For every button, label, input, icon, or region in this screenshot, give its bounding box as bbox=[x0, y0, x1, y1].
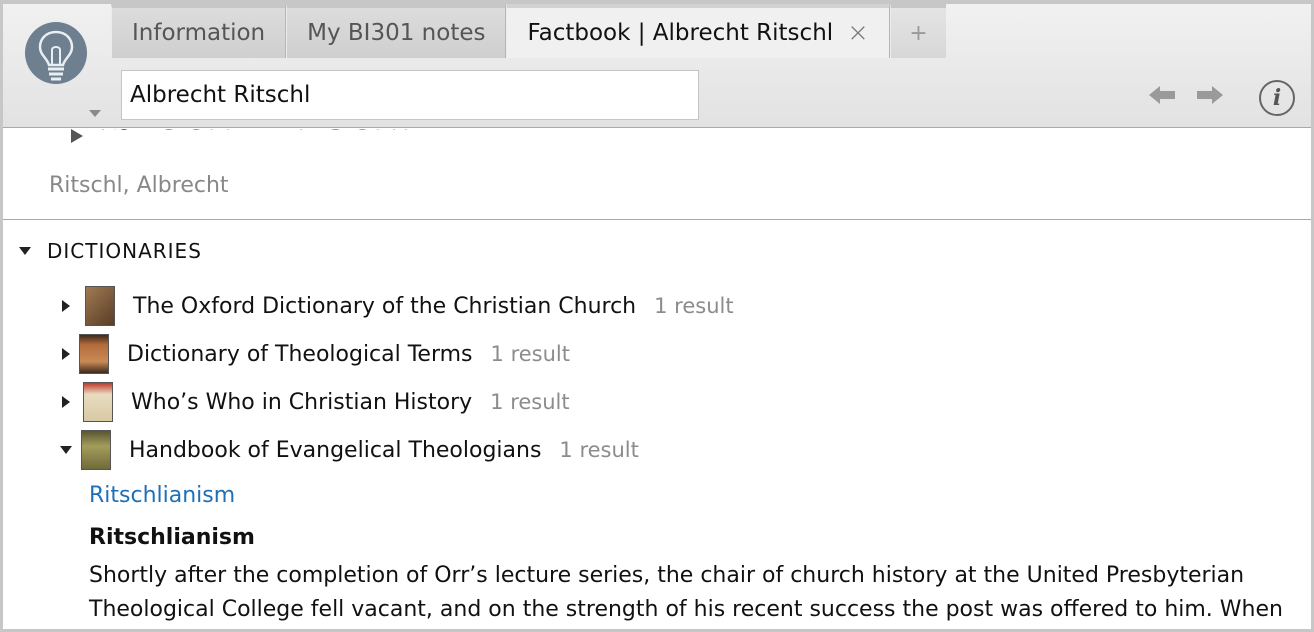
book-cover-icon bbox=[79, 334, 109, 374]
list-item[interactable]: Dictionary of Theological Terms 1 result bbox=[59, 333, 570, 375]
arrow-left-icon bbox=[1149, 86, 1175, 104]
section-header-label: DICTIONARIES bbox=[47, 239, 202, 263]
tab-notes[interactable]: My BI301 notes bbox=[286, 4, 507, 58]
back-button[interactable] bbox=[1147, 84, 1177, 106]
search-input[interactable] bbox=[121, 70, 699, 120]
collapse-triangle-icon[interactable] bbox=[60, 446, 72, 454]
resource-title[interactable]: Who’s Who in Christian History bbox=[131, 390, 472, 415]
result-count: 1 result bbox=[654, 294, 734, 318]
collapse-triangle-icon bbox=[19, 247, 31, 255]
expand-triangle-icon[interactable] bbox=[62, 300, 70, 312]
resource-title[interactable]: The Oxford Dictionary of the Christian C… bbox=[133, 294, 636, 319]
factbook-content: Albrecht Ritschl Ritschl, Albrecht DICTI… bbox=[3, 129, 1311, 629]
plus-icon: + bbox=[909, 20, 928, 46]
expand-triangle-icon[interactable] bbox=[62, 348, 70, 360]
lightbulb-icon bbox=[25, 22, 87, 84]
result-count: 1 result bbox=[559, 438, 639, 462]
tab-bar: Information My BI301 notes Factbook | Al… bbox=[111, 4, 946, 58]
info-button[interactable]: i bbox=[1259, 80, 1295, 116]
tab-label: Factbook | Albrecht Ritschl bbox=[527, 20, 834, 46]
tab-factbook[interactable]: Factbook | Albrecht Ritschl × bbox=[506, 4, 890, 58]
close-icon[interactable]: × bbox=[847, 18, 869, 48]
tab-information[interactable]: Information bbox=[111, 4, 287, 58]
book-cover-icon bbox=[81, 430, 111, 470]
page-title: Albrecht Ritschl bbox=[67, 129, 412, 140]
page-subtitle: Ritschl, Albrecht bbox=[49, 173, 229, 198]
resource-title[interactable]: Dictionary of Theological Terms bbox=[127, 342, 473, 367]
resource-title[interactable]: Handbook of Evangelical Theologians bbox=[129, 438, 541, 463]
list-item[interactable]: Who’s Who in Christian History 1 result bbox=[59, 381, 570, 423]
section-dictionaries[interactable]: DICTIONARIES bbox=[19, 239, 202, 263]
add-tab-button[interactable]: + bbox=[889, 4, 946, 58]
list-item[interactable]: The Oxford Dictionary of the Christian C… bbox=[59, 285, 734, 327]
article-link[interactable]: Ritschlianism bbox=[89, 483, 235, 508]
article-heading: Ritschlianism bbox=[89, 525, 255, 550]
article-body: Shortly after the completion of Orr’s le… bbox=[89, 563, 1283, 622]
app-window: Information My BI301 notes Factbook | Al… bbox=[0, 0, 1314, 632]
result-count: 1 result bbox=[490, 390, 570, 414]
toolbar: Information My BI301 notes Factbook | Al… bbox=[3, 4, 1311, 128]
chevron-down-icon bbox=[89, 110, 101, 117]
info-icon: i bbox=[1272, 85, 1282, 111]
expand-triangle-icon[interactable] bbox=[62, 396, 70, 408]
tab-label: My BI301 notes bbox=[307, 20, 486, 46]
list-item[interactable]: Handbook of Evangelical Theologians 1 re… bbox=[59, 429, 639, 471]
app-menu-button[interactable] bbox=[21, 18, 101, 118]
divider bbox=[3, 219, 1311, 220]
result-count: 1 result bbox=[490, 342, 570, 366]
book-cover-icon bbox=[83, 382, 113, 422]
forward-button[interactable] bbox=[1195, 84, 1225, 106]
tab-label: Information bbox=[132, 20, 266, 46]
book-cover-icon bbox=[85, 286, 115, 326]
arrow-right-icon bbox=[1197, 86, 1223, 104]
